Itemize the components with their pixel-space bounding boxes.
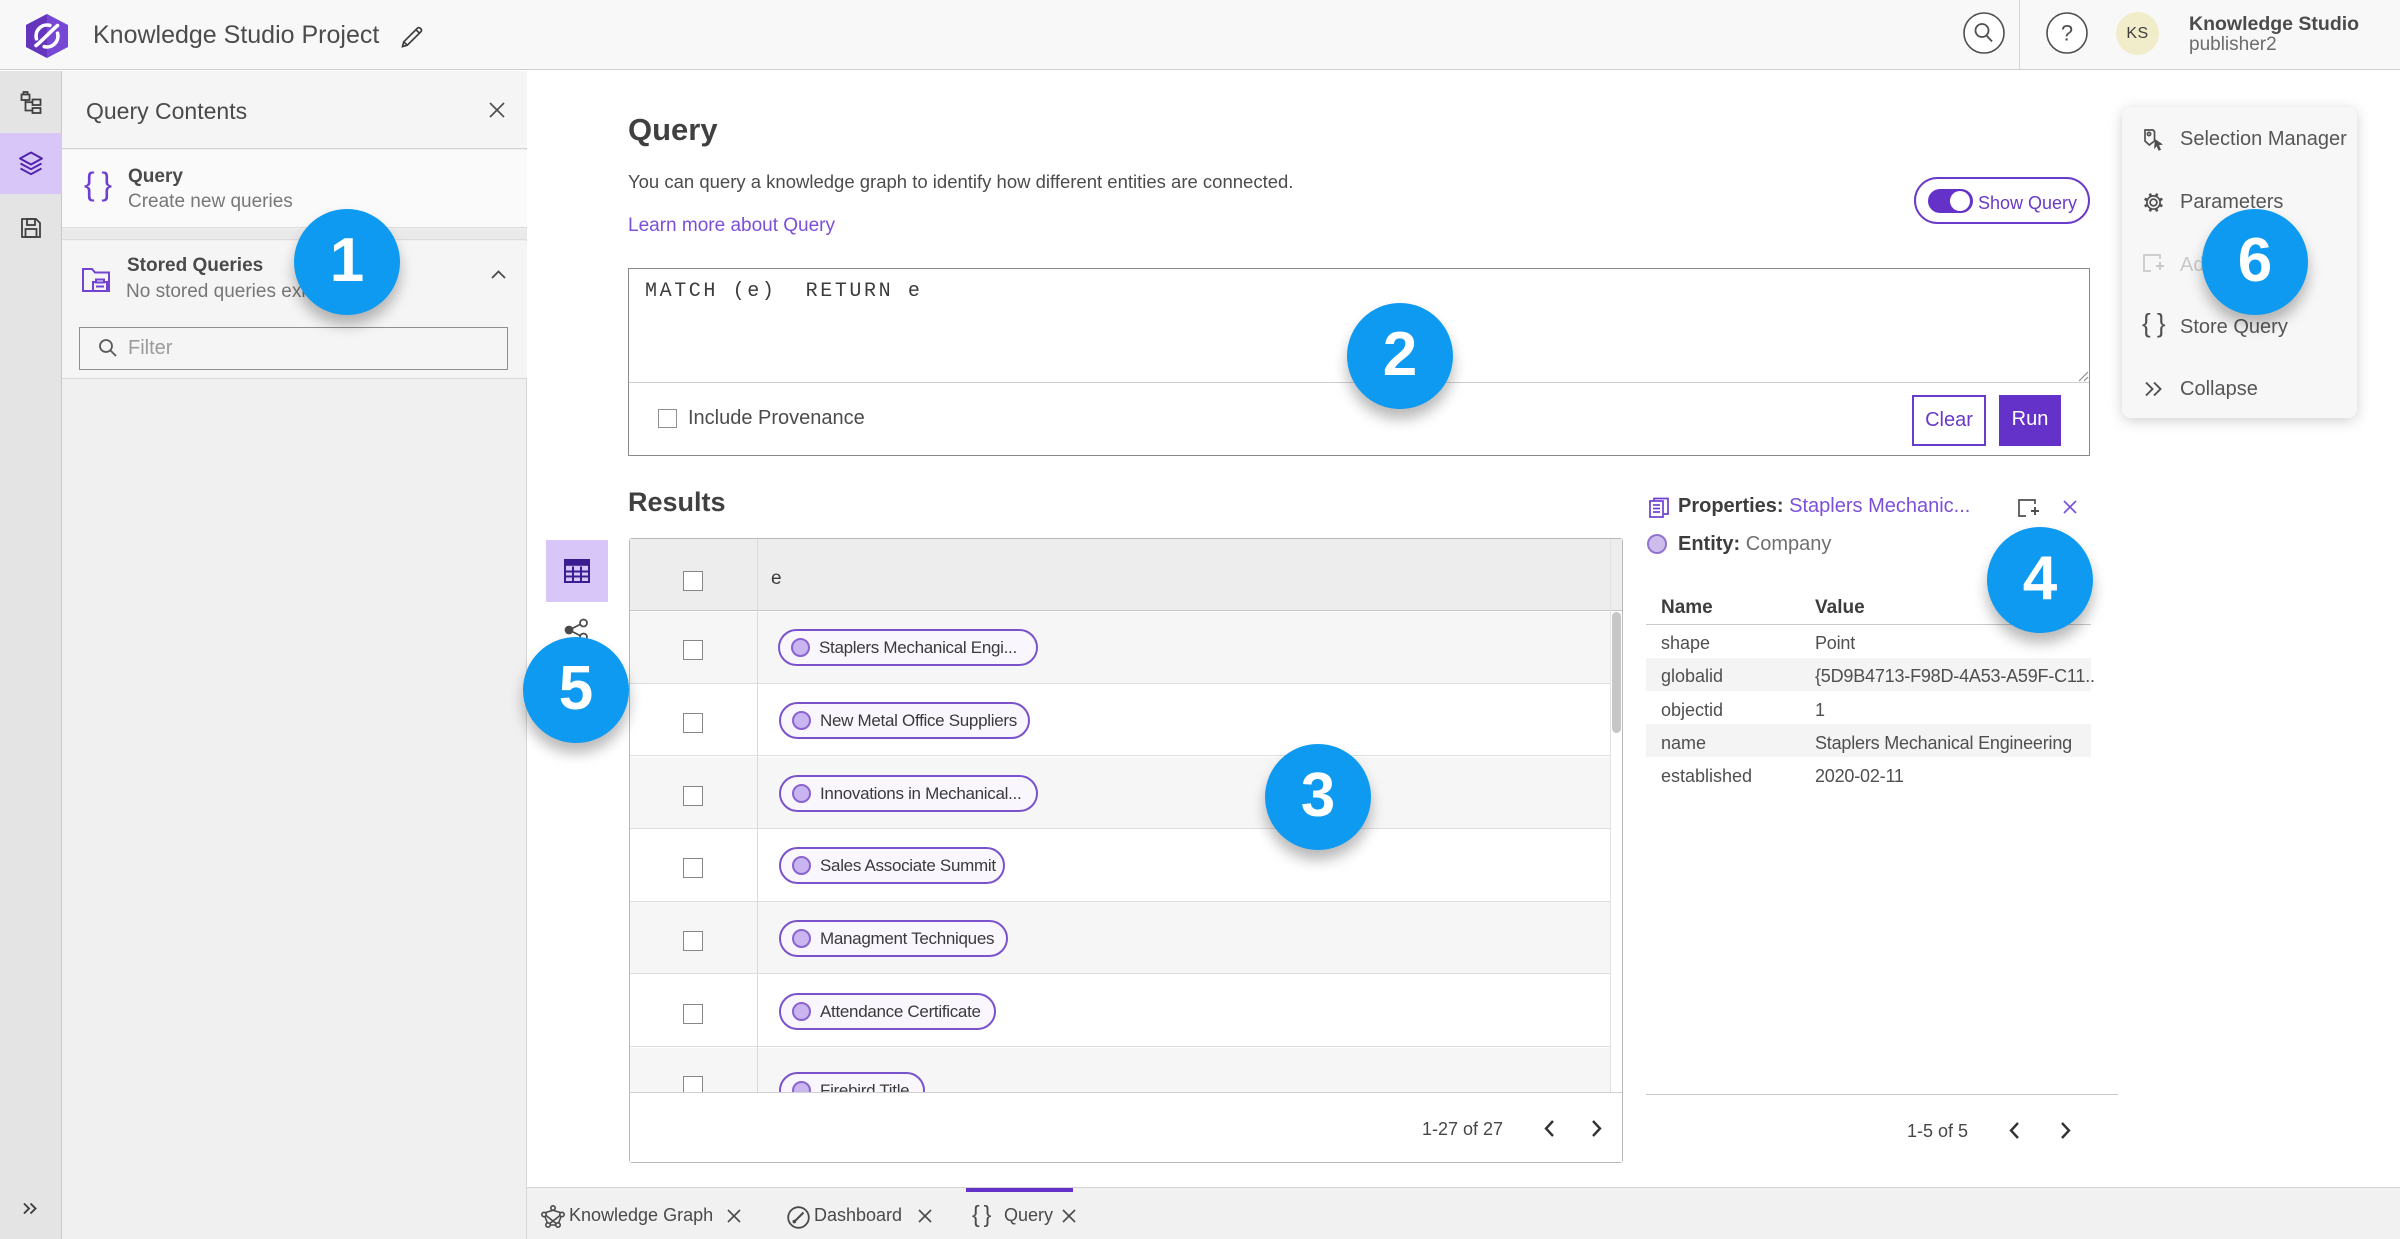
svg-text:?: ? <box>2061 21 2073 46</box>
